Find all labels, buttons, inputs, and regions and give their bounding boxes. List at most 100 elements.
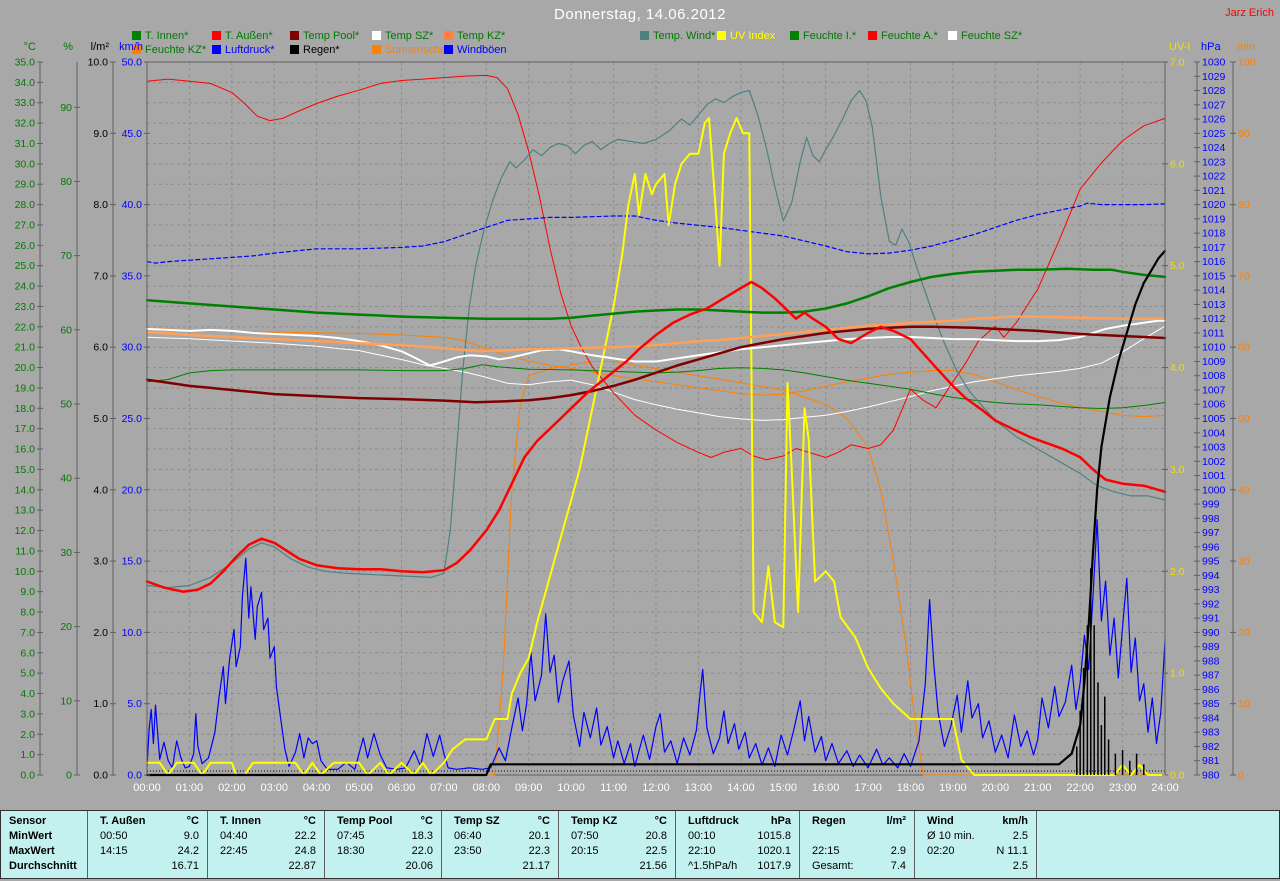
svg-text:16:00: 16:00	[812, 782, 840, 794]
svg-text:80: 80	[60, 176, 72, 188]
svg-text:17.0: 17.0	[15, 423, 36, 435]
svg-text:5.0: 5.0	[20, 668, 35, 680]
svg-text:992: 992	[1202, 598, 1220, 610]
svg-text:11:00: 11:00	[600, 782, 627, 794]
axis-c: °C 0.0 1.0 2.0 3.0 4.0 5.0 6.0 7.0 8.0 9.0 10.0 11.0…	[15, 41, 43, 782]
svg-text:90: 90	[1238, 128, 1250, 140]
svg-text:70: 70	[1238, 270, 1250, 282]
svg-text:984: 984	[1202, 712, 1220, 724]
svg-text:995: 995	[1202, 556, 1220, 568]
row-label-maxwert: MaxWert	[9, 845, 55, 857]
svg-text:5.0: 5.0	[127, 698, 142, 710]
table-filler	[1036, 811, 1279, 878]
table-cell-row3: 21.56	[639, 860, 667, 872]
weather-chart: °C 0.0 1.0 2.0 3.0 4.0 5.0 6.0 7.0 8.0 9.0 10.0 11.0…	[15, 41, 1256, 794]
svg-text:33.0: 33.0	[15, 97, 36, 109]
svg-text:4.0: 4.0	[1170, 362, 1185, 374]
svg-text:0: 0	[66, 770, 72, 782]
axis-unit-hpa: hPa	[1201, 41, 1221, 53]
svg-text:09:00: 09:00	[515, 782, 543, 794]
svg-text:987: 987	[1202, 670, 1220, 682]
svg-text:998: 998	[1202, 513, 1220, 525]
svg-text:1007: 1007	[1202, 384, 1226, 396]
svg-text:997: 997	[1202, 527, 1220, 539]
table-cell-row3: 22.87	[288, 860, 316, 872]
svg-text:13.0: 13.0	[15, 505, 36, 517]
svg-text:45.0: 45.0	[122, 128, 143, 140]
svg-text:04:00: 04:00	[303, 782, 331, 794]
axis-unit-uv: UV-I	[1169, 41, 1190, 53]
table-row-labels: Sensor MinWert MaxWert Durchschnitt	[1, 811, 87, 878]
table-cell-row2: 23:50 22.3	[454, 845, 550, 857]
svg-text:60: 60	[1238, 342, 1250, 354]
svg-text:0.0: 0.0	[93, 770, 108, 782]
svg-text:24:00: 24:00	[1151, 782, 1179, 794]
svg-text:0: 0	[1238, 770, 1244, 782]
svg-text:19.0: 19.0	[15, 382, 36, 394]
svg-text:100: 100	[1238, 57, 1256, 69]
svg-text:3.0: 3.0	[20, 708, 35, 720]
svg-text:0.0: 0.0	[1170, 770, 1185, 782]
svg-text:14:00: 14:00	[727, 782, 755, 794]
svg-text:1005: 1005	[1202, 413, 1226, 425]
svg-text:02:00: 02:00	[218, 782, 246, 794]
table-cell-row2: 22:10 1020.1	[688, 845, 791, 857]
svg-text:06:00: 06:00	[388, 782, 416, 794]
svg-text:22:00: 22:00	[1066, 782, 1094, 794]
table-cell-row3: 2.5	[1012, 860, 1028, 872]
table-cell-row0: Regen l/m²	[812, 815, 906, 827]
table-col-wind: Wind km/h Ø 10 min. 2.5 02:20 N 11.1 2.5	[914, 811, 1036, 878]
svg-text:990: 990	[1202, 627, 1220, 639]
svg-text:2.0: 2.0	[1170, 566, 1185, 578]
svg-text:8.0: 8.0	[20, 607, 35, 619]
svg-text:1010: 1010	[1202, 342, 1226, 354]
table-col-temp-sz: Temp SZ °C 06:40 20.1 23:50 22.3 21.17	[441, 811, 558, 878]
svg-text:27.0: 27.0	[15, 219, 36, 231]
sensor-stats-table: Sensor MinWert MaxWert Durchschnitt T. Außen…	[0, 810, 1280, 879]
svg-text:4.0: 4.0	[93, 484, 108, 496]
table-col-temp-kz: Temp KZ °C 07:50 20.8 20:15 22.5 21.56	[558, 811, 675, 878]
svg-text:1021: 1021	[1202, 185, 1226, 197]
svg-text:1.0: 1.0	[93, 698, 108, 710]
svg-text:25.0: 25.0	[122, 413, 143, 425]
table-cell-row2: 20:15 22.5	[571, 845, 667, 857]
svg-text:1030: 1030	[1202, 57, 1226, 69]
svg-text:18:00: 18:00	[897, 782, 925, 794]
svg-text:13:00: 13:00	[685, 782, 713, 794]
table-cell-row1: 04:40 22.2	[220, 830, 316, 842]
svg-text:17:00: 17:00	[854, 782, 882, 794]
svg-text:1008: 1008	[1202, 370, 1226, 382]
svg-text:40.0: 40.0	[122, 199, 143, 211]
svg-text:1014: 1014	[1202, 285, 1226, 297]
svg-text:2.0: 2.0	[20, 729, 35, 741]
axis-unit-c: °C	[24, 41, 36, 53]
svg-text:12.0: 12.0	[15, 525, 36, 537]
svg-text:7.0: 7.0	[1170, 57, 1185, 69]
svg-text:996: 996	[1202, 541, 1220, 553]
svg-text:30: 30	[1238, 556, 1250, 568]
svg-text:9.0: 9.0	[93, 128, 108, 140]
svg-text:07:00: 07:00	[430, 782, 458, 794]
svg-text:35.0: 35.0	[15, 57, 36, 69]
svg-text:30.0: 30.0	[15, 158, 36, 170]
svg-text:15.0: 15.0	[15, 464, 36, 476]
x-axis-labels: 00:00 01:00 02:00 03:00 04:00 05:00 06:00 07:00…	[133, 782, 1179, 794]
table-cell-row0: Luftdruck hPa	[688, 815, 791, 827]
table-cell-row3: ^1.5hPa/h 1017.9	[688, 860, 791, 872]
table-cell-row1: 00:50 9.0	[100, 830, 199, 842]
table-col-t-au-en: T. Außen °C 00:50 9.0 14:15 24.2 16.71	[87, 811, 207, 878]
svg-text:0.0: 0.0	[127, 770, 142, 782]
svg-text:1000: 1000	[1202, 484, 1226, 496]
svg-text:988: 988	[1202, 655, 1220, 667]
svg-text:1020: 1020	[1202, 199, 1226, 211]
table-cell-row2: 22:45 24.8	[220, 845, 316, 857]
svg-text:983: 983	[1202, 727, 1220, 739]
svg-text:32.0: 32.0	[15, 118, 36, 130]
svg-text:1018: 1018	[1202, 228, 1226, 240]
table-cell-row0: T. Innen °C	[220, 815, 316, 827]
svg-text:1002: 1002	[1202, 456, 1226, 468]
svg-text:20.0: 20.0	[122, 484, 143, 496]
svg-text:999: 999	[1202, 499, 1220, 511]
svg-text:21:00: 21:00	[1024, 782, 1052, 794]
svg-text:9.0: 9.0	[20, 586, 35, 598]
